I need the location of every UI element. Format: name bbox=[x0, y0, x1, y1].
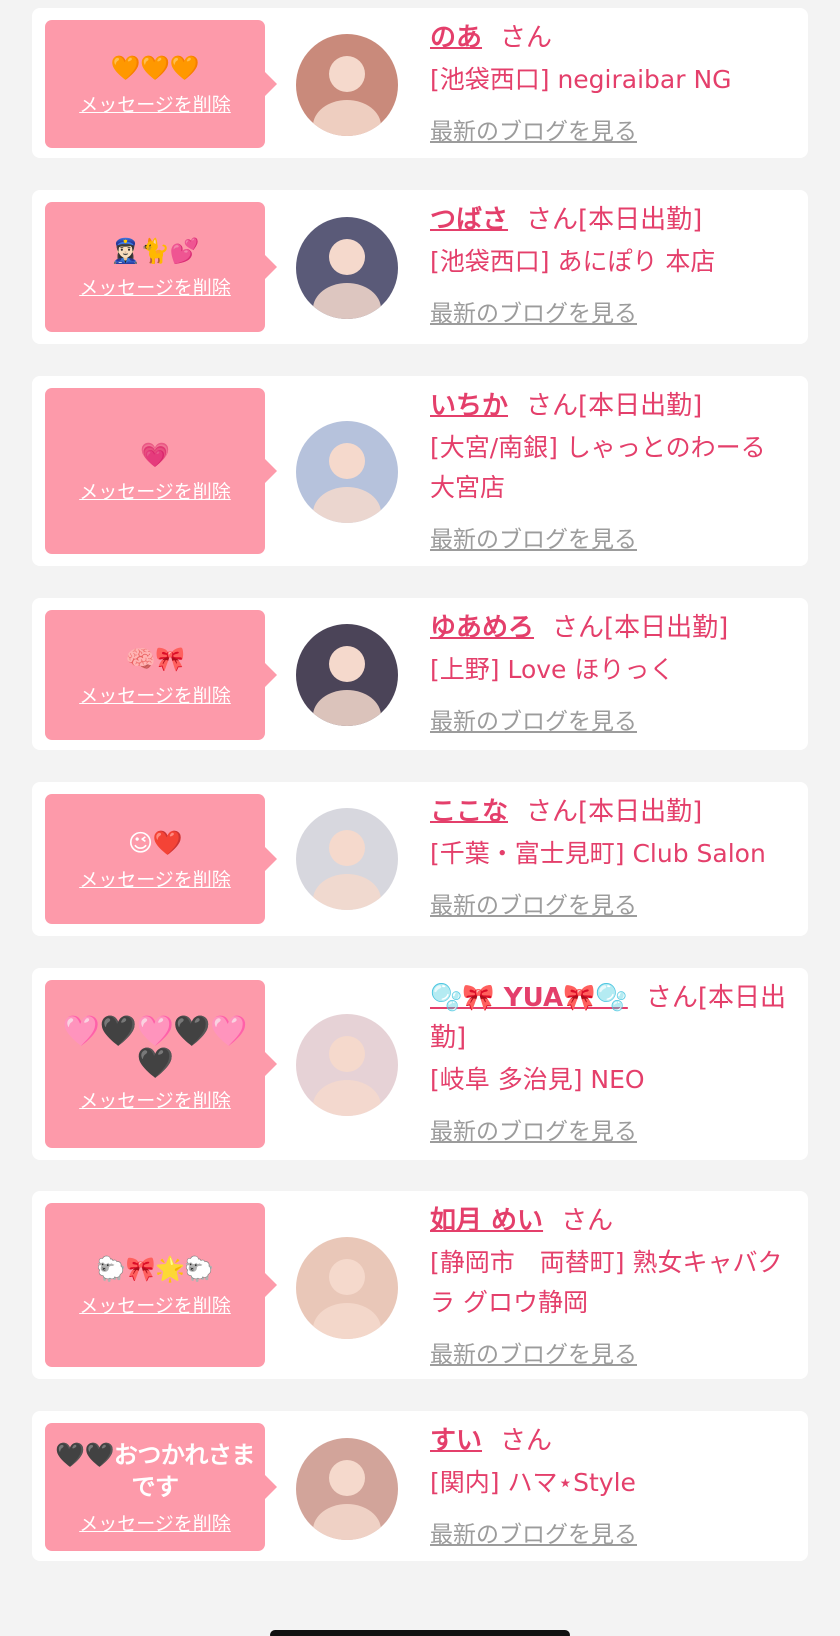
avatar-image bbox=[296, 1237, 398, 1339]
shop-label: [岐阜 多治見] NEO bbox=[430, 1065, 645, 1094]
name-suffix: さん[本日出勤] bbox=[526, 391, 703, 421]
delete-message-link[interactable]: メッセージを削除 bbox=[79, 1086, 231, 1113]
delete-message-link[interactable]: メッセージを削除 bbox=[79, 1291, 231, 1318]
message-text: 👮🏻‍♀️🐈💕 bbox=[110, 236, 200, 265]
message-bubble: 🩷🖤🩷🖤🩷🖤 メッセージを削除 bbox=[45, 980, 277, 1148]
message-bubble: 😉❤️ メッセージを削除 bbox=[45, 794, 277, 924]
message-bubble: 💗 メッセージを削除 bbox=[45, 388, 277, 554]
message-text: 🐑🎀🌟🐑 bbox=[96, 1254, 214, 1283]
avatar[interactable] bbox=[296, 1014, 398, 1116]
profile-info: つばさ さん[本日出勤] [池袋西口] あにぽり 本店 最新のブログを見る bbox=[430, 200, 790, 328]
delete-message-link[interactable]: メッセージを削除 bbox=[79, 681, 231, 708]
avatar[interactable] bbox=[296, 1237, 398, 1339]
latest-blog-link[interactable]: 最新のブログを見る bbox=[430, 1515, 637, 1549]
name-line: いちか さん[本日出勤] bbox=[430, 386, 790, 426]
shop-label: [関内] ハマ⋆Style bbox=[430, 1468, 636, 1497]
message-card-8: 🖤🖤おつかれさまです メッセージを削除 すい さん [関内] ハマ⋆Style 最… bbox=[32, 1411, 808, 1561]
cast-name-link[interactable]: ここな bbox=[430, 797, 508, 827]
name-line: のあ さん bbox=[430, 18, 790, 58]
avatar-image bbox=[296, 34, 398, 136]
message-card-5: 😉❤️ メッセージを削除 ここな さん[本日出勤] [千葉・富士見町] Club … bbox=[32, 782, 808, 936]
latest-blog-link[interactable]: 最新のブログを見る bbox=[430, 294, 637, 328]
latest-blog-link[interactable]: 最新のブログを見る bbox=[430, 1112, 637, 1146]
avatar[interactable] bbox=[296, 808, 398, 910]
avatar[interactable] bbox=[296, 624, 398, 726]
profile-info: 🫧🎀 YUA🎀🫧 さん[本日出勤] [岐阜 多治見] NEO 最新のブログを見る bbox=[430, 978, 790, 1146]
avatar[interactable] bbox=[296, 421, 398, 523]
profile-info: すい さん [関内] ハマ⋆Style 最新のブログを見る bbox=[430, 1421, 790, 1549]
name-suffix: さん bbox=[500, 23, 553, 53]
name-line: 如月 めい さん bbox=[430, 1201, 790, 1241]
message-text: 💗 bbox=[140, 440, 170, 469]
avatar-image bbox=[296, 624, 398, 726]
avatar[interactable] bbox=[296, 34, 398, 136]
message-text: 🧠🎀 bbox=[125, 644, 185, 673]
profile-info: ゆあめろ さん[本日出勤] [上野] Love ほりっく 最新のブログを見る bbox=[430, 608, 790, 736]
message-bubble: 👮🏻‍♀️🐈💕 メッセージを削除 bbox=[45, 202, 277, 332]
avatar-image bbox=[296, 1014, 398, 1116]
latest-blog-link[interactable]: 最新のブログを見る bbox=[430, 520, 637, 554]
cast-name-link[interactable]: ゆあめろ bbox=[430, 613, 534, 643]
latest-blog-link[interactable]: 最新のブログを見る bbox=[430, 112, 637, 146]
message-card-2: 👮🏻‍♀️🐈💕 メッセージを削除 つばさ さん[本日出勤] [池袋西口] あにぽり… bbox=[32, 190, 808, 344]
profile-info: のあ さん [池袋西口] negiraibar NG 最新のブログを見る bbox=[430, 18, 790, 146]
name-suffix: さん[本日出勤] bbox=[526, 797, 703, 827]
cast-name-link[interactable]: 🫧🎀 YUA🎀🫧 bbox=[430, 983, 628, 1013]
avatar-image bbox=[296, 1438, 398, 1540]
delete-message-link[interactable]: メッセージを削除 bbox=[79, 865, 231, 892]
shop-label: [池袋西口] あにぽり 本店 bbox=[430, 247, 716, 276]
shop-label: [静岡市 両替町] 熟女キャバクラ グロウ静岡 bbox=[430, 1248, 783, 1317]
shop-label: [千葉・富士見町] Club Salon bbox=[430, 839, 766, 868]
name-suffix: さん[本日出勤] bbox=[526, 205, 703, 235]
name-suffix: さん[本日出勤] bbox=[552, 613, 729, 643]
avatar[interactable] bbox=[296, 217, 398, 319]
message-card-3: 💗 メッセージを削除 いちか さん[本日出勤] [大宮/南銀] しゃっとのわーる大… bbox=[32, 376, 808, 566]
avatar-image bbox=[296, 217, 398, 319]
latest-blog-link[interactable]: 最新のブログを見る bbox=[430, 1335, 637, 1369]
name-suffix: さん bbox=[500, 1426, 553, 1456]
cast-name-link[interactable]: いちか bbox=[430, 391, 508, 421]
profile-info: 如月 めい さん [静岡市 両替町] 熟女キャバクラ グロウ静岡 最新のブログを見… bbox=[430, 1201, 790, 1369]
cast-name-link[interactable]: すい bbox=[430, 1426, 482, 1456]
delete-message-link[interactable]: メッセージを削除 bbox=[79, 273, 231, 300]
message-bubble: 🧠🎀 メッセージを削除 bbox=[45, 610, 277, 740]
profile-info: ここな さん[本日出勤] [千葉・富士見町] Club Salon 最新のブログを… bbox=[430, 792, 790, 920]
name-line: すい さん bbox=[430, 1421, 790, 1461]
shop-label: [池袋西口] negiraibar NG bbox=[430, 65, 732, 94]
message-text: 😉❤️ bbox=[128, 828, 182, 857]
avatar-image bbox=[296, 421, 398, 523]
name-line: つばさ さん[本日出勤] bbox=[430, 200, 790, 240]
message-text: 🩷🖤🩷🖤🩷🖤 bbox=[62, 1013, 248, 1081]
message-bubble: 🖤🖤おつかれさまです メッセージを削除 bbox=[45, 1423, 277, 1551]
message-text: 🧡🧡🧡 bbox=[110, 53, 200, 82]
message-bubble: 🧡🧡🧡 メッセージを削除 bbox=[45, 20, 277, 148]
message-bubble: 🐑🎀🌟🐑 メッセージを削除 bbox=[45, 1203, 277, 1367]
shop-label: [上野] Love ほりっく bbox=[430, 655, 675, 684]
profile-info: いちか さん[本日出勤] [大宮/南銀] しゃっとのわーる大宮店 最新のブログを見… bbox=[430, 386, 790, 554]
cast-name-link[interactable]: 如月 めい bbox=[430, 1206, 543, 1236]
shop-label: [大宮/南銀] しゃっとのわーる大宮店 bbox=[430, 433, 766, 502]
cast-name-link[interactable]: つばさ bbox=[430, 205, 508, 235]
name-suffix: さん bbox=[561, 1206, 614, 1236]
message-text: 🖤🖤おつかれさまです bbox=[55, 1440, 255, 1501]
message-card-1: 🧡🧡🧡 メッセージを削除 のあ さん [池袋西口] negiraibar NG 最… bbox=[32, 8, 808, 158]
name-line: 🫧🎀 YUA🎀🫧 さん[本日出勤] bbox=[430, 978, 790, 1058]
message-card-4: 🧠🎀 メッセージを削除 ゆあめろ さん[本日出勤] [上野] Love ほりっく … bbox=[32, 598, 808, 750]
delete-message-link[interactable]: メッセージを削除 bbox=[79, 477, 231, 504]
home-indicator bbox=[270, 1630, 570, 1636]
avatar-image bbox=[296, 808, 398, 910]
message-card-6: 🩷🖤🩷🖤🩷🖤 メッセージを削除 🫧🎀 YUA🎀🫧 さん[本日出勤] [岐阜 多治見… bbox=[32, 968, 808, 1160]
delete-message-link[interactable]: メッセージを削除 bbox=[79, 1509, 231, 1536]
latest-blog-link[interactable]: 最新のブログを見る bbox=[430, 702, 637, 736]
cast-name-link[interactable]: のあ bbox=[430, 23, 482, 53]
message-card-7: 🐑🎀🌟🐑 メッセージを削除 如月 めい さん [静岡市 両替町] 熟女キャバクラ … bbox=[32, 1191, 808, 1379]
name-line: ここな さん[本日出勤] bbox=[430, 792, 790, 832]
latest-blog-link[interactable]: 最新のブログを見る bbox=[430, 886, 637, 920]
delete-message-link[interactable]: メッセージを削除 bbox=[79, 90, 231, 117]
avatar[interactable] bbox=[296, 1438, 398, 1540]
name-line: ゆあめろ さん[本日出勤] bbox=[430, 608, 790, 648]
